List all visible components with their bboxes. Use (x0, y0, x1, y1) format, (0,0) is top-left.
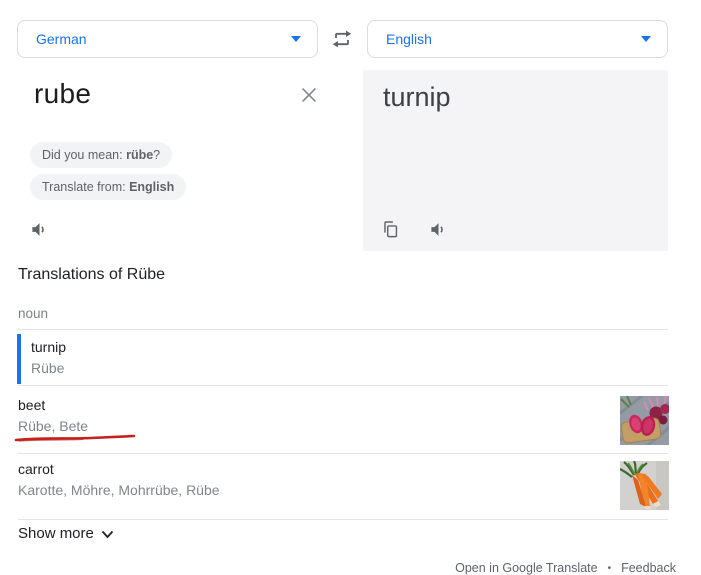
translate-from-language: English (129, 180, 175, 194)
beets-thumbnail (620, 396, 669, 445)
did-you-mean-suffix: ? (153, 148, 161, 162)
source-text[interactable]: rube (34, 78, 91, 110)
listen-source-button[interactable] (30, 220, 49, 239)
copy-icon (384, 221, 398, 238)
selected-entry-bar (17, 334, 21, 384)
copy-translation-button[interactable] (381, 220, 400, 239)
speaker-icon (431, 223, 443, 236)
divider (18, 453, 668, 454)
feedback-link[interactable]: Feedback (621, 561, 676, 575)
translation-entry-turnip[interactable]: turnip Rübe (31, 339, 66, 376)
part-of-speech-label: noun (18, 306, 49, 321)
translations-title: Translations of Rübe (18, 266, 166, 283)
entry-reverse-translations: Rübe (31, 360, 65, 376)
translate-from-chip[interactable]: Translate from: English (30, 174, 187, 200)
language-select-target[interactable]: English (367, 20, 668, 58)
translation-entry-beet[interactable]: beet Rübe, Bete (18, 397, 88, 434)
divider (18, 519, 668, 520)
close-icon (302, 88, 316, 102)
translation-entry-carrot[interactable]: carrot Karotte, Möhre, Mohrrübe, Rübe (18, 461, 220, 498)
entry-reverse-translations: Karotte, Möhre, Mohrrübe, Rübe (18, 482, 220, 498)
chevron-down-icon (641, 36, 651, 42)
source-language-label: German (36, 31, 87, 47)
show-more-label: Show more (18, 525, 94, 542)
swap-languages-button[interactable] (328, 27, 356, 51)
show-more-button[interactable]: Show more (18, 525, 114, 542)
divider (18, 329, 668, 330)
bullet-separator: • (607, 562, 612, 574)
clear-input-button[interactable] (298, 84, 320, 106)
listen-translation-button[interactable] (429, 220, 448, 239)
did-you-mean-word: rübe (126, 148, 154, 162)
carrots-thumbnail (620, 461, 669, 510)
footer: Open in Google Translate • Feedback (455, 561, 676, 575)
did-you-mean-prefix: Did you mean: (42, 148, 127, 162)
open-in-google-translate-link[interactable]: Open in Google Translate (455, 561, 597, 575)
speaker-icon (32, 223, 44, 236)
target-language-label: English (386, 31, 432, 47)
translation-result-panel: turnip (363, 70, 668, 251)
entry-word: turnip (31, 339, 67, 355)
divider (18, 385, 668, 386)
swap-horizontal-icon (332, 30, 352, 48)
did-you-mean-chip[interactable]: Did you mean: rübe? (30, 142, 173, 168)
chevron-down-icon (101, 530, 114, 539)
translate-from-prefix: Translate from: (42, 180, 130, 194)
translation-text: turnip (383, 82, 451, 112)
entry-word: carrot (18, 461, 54, 477)
chevron-down-icon (291, 36, 301, 42)
entry-word: beet (18, 397, 46, 413)
language-select-source[interactable]: German (17, 20, 318, 58)
entry-reverse-translations: Rübe, Bete (18, 418, 89, 434)
